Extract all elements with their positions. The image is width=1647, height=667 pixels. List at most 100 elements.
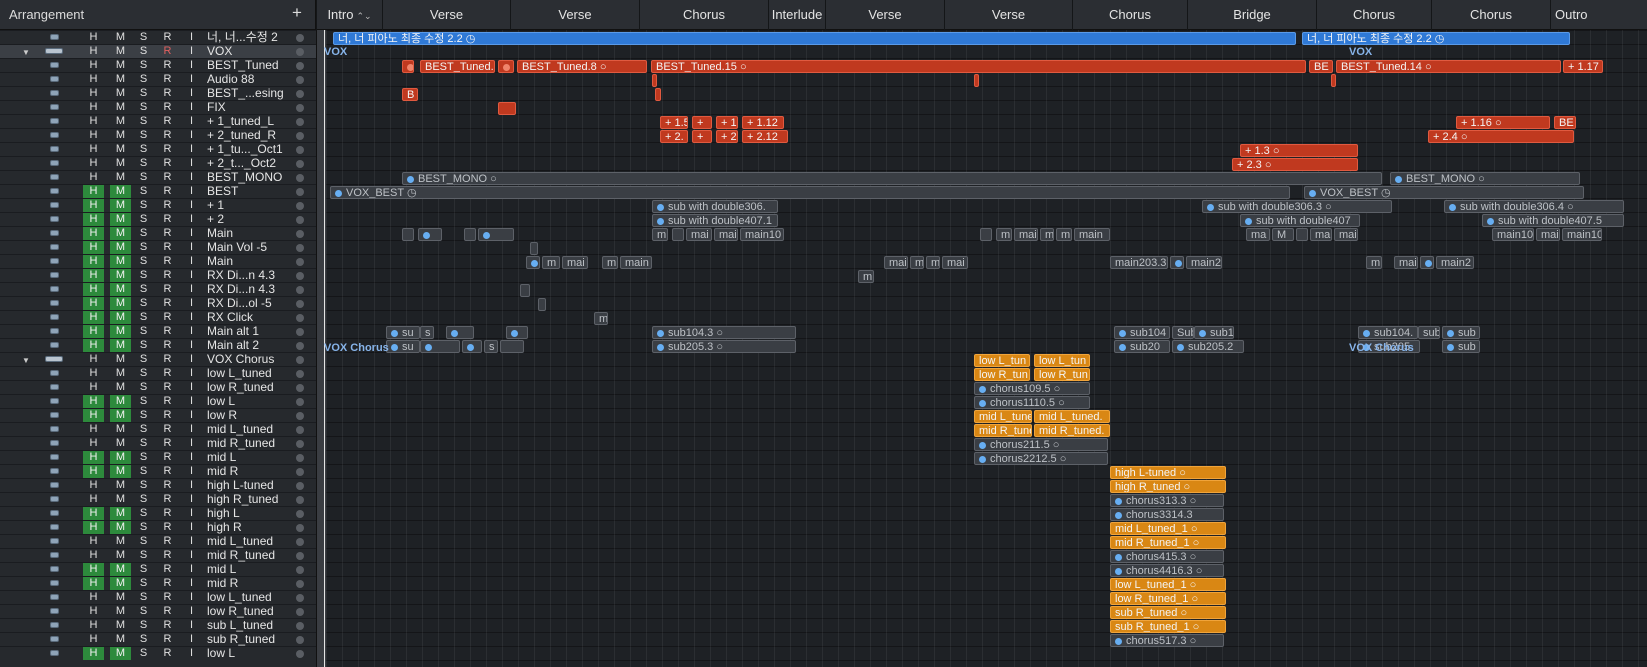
solo-button[interactable]: S <box>133 101 154 114</box>
region[interactable]: + 1.12 <box>742 116 784 129</box>
record-button[interactable]: R <box>157 437 178 450</box>
track-row[interactable]: 5 HMSRI BEST_...esing <box>0 86 316 100</box>
track-row[interactable]: 1 HMSRIlow L_tuned <box>0 590 316 604</box>
track-row[interactable]: 6 HMSRIlow R_tuned <box>0 380 316 394</box>
solo-button[interactable]: S <box>133 241 154 254</box>
region[interactable]: main <box>1074 228 1110 241</box>
region[interactable]: s <box>484 340 498 353</box>
track-row[interactable]: 3 HMSRI BEST_Tuned <box>0 58 316 72</box>
record-button[interactable]: R <box>157 115 178 128</box>
region[interactable]: BEST_Tuned. <box>420 60 495 73</box>
hide-button[interactable]: H <box>83 129 104 142</box>
mute-button[interactable]: M <box>110 493 131 506</box>
record-button[interactable]: R <box>157 59 178 72</box>
solo-button[interactable]: S <box>133 423 154 436</box>
mute-button[interactable]: M <box>110 115 131 128</box>
hide-button[interactable]: H <box>83 535 104 548</box>
marker-caret-icon[interactable]: ⌃⌄ <box>356 11 371 21</box>
track-row[interactable]: 4 HMSRI Audio 88 <box>0 72 316 86</box>
region[interactable] <box>1170 256 1184 269</box>
mute-button[interactable]: M <box>110 619 131 632</box>
record-button[interactable]: R <box>157 451 178 464</box>
solo-button[interactable]: S <box>133 227 154 240</box>
track-row[interactable]: 8 HMSRI RX Di...n 4.3 <box>0 268 316 282</box>
solo-button[interactable]: S <box>133 143 154 156</box>
mute-button[interactable]: M <box>110 395 131 408</box>
region[interactable]: BEST_MONO ○ <box>1390 172 1580 185</box>
hide-button[interactable]: H <box>83 325 104 338</box>
record-button[interactable]: R <box>157 283 178 296</box>
mute-button[interactable]: M <box>110 31 131 44</box>
region[interactable]: sub104.3 ○ <box>652 326 796 339</box>
solo-button[interactable]: S <box>133 115 154 128</box>
marker-outro[interactable]: Outro <box>1550 0 1647 30</box>
record-button[interactable]: R <box>157 185 178 198</box>
solo-button[interactable]: S <box>133 409 154 422</box>
solo-button[interactable]: S <box>133 591 154 604</box>
track-row[interactable]: 9 HMSRI RX Di...n 4.3 <box>0 282 316 296</box>
track-row[interactable]: 9 HMSRImid L <box>0 562 316 576</box>
arrangement-marker-ruler[interactable]: Intro ⌃⌄ Verse Verse Chorus Interlude Ver… <box>316 0 1647 30</box>
region[interactable]: chorus1110.5 ○ <box>974 396 1090 409</box>
input-monitor-button[interactable]: I <box>181 269 202 282</box>
mute-button[interactable]: M <box>110 451 131 464</box>
marker-chorus[interactable]: Chorus <box>1072 0 1187 30</box>
mute-button[interactable]: M <box>110 227 131 240</box>
region[interactable] <box>446 326 474 339</box>
region[interactable]: m <box>602 256 618 269</box>
solo-button[interactable]: S <box>133 549 154 562</box>
hide-button[interactable]: H <box>83 367 104 380</box>
mute-button[interactable]: M <box>110 101 131 114</box>
mute-button[interactable]: M <box>110 143 131 156</box>
region[interactable]: chorus2212.5 ○ <box>974 452 1108 465</box>
region[interactable]: BEST_Tuned.15 ○ <box>651 60 1306 73</box>
region[interactable] <box>538 298 546 311</box>
region[interactable]: low R_tun <box>974 368 1030 381</box>
region[interactable]: sub104. <box>1358 326 1418 339</box>
input-monitor-button[interactable]: I <box>181 199 202 212</box>
region[interactable]: mid L_tuned. <box>1034 410 1110 423</box>
hide-button[interactable]: H <box>83 549 104 562</box>
track-row[interactable]: 6 HMSRIhigh R <box>0 520 316 534</box>
marker-chorus[interactable]: Chorus <box>1316 0 1431 30</box>
track-row[interactable]: 2 HMSRI Main alt 1 <box>0 324 316 338</box>
region[interactable]: main203.3 <box>1110 256 1168 269</box>
region[interactable]: sub <box>1442 340 1480 353</box>
track-row[interactable]: 5 HMSRIlow L <box>0 646 316 660</box>
region[interactable]: sub1 <box>1194 326 1234 339</box>
hide-button[interactable]: H <box>83 115 104 128</box>
record-button[interactable]: R <box>157 269 178 282</box>
hide-button[interactable]: H <box>83 479 104 492</box>
region[interactable] <box>500 340 524 353</box>
region[interactable]: + 1.5 <box>660 116 688 129</box>
hide-button[interactable]: H <box>83 507 104 520</box>
region[interactable]: main <box>620 256 652 269</box>
input-monitor-button[interactable]: I <box>181 647 202 660</box>
region[interactable]: mid L_tune <box>974 410 1032 423</box>
mute-button[interactable]: M <box>110 199 131 212</box>
region[interactable]: main2 <box>1436 256 1474 269</box>
hide-button[interactable]: H <box>83 353 104 366</box>
solo-button[interactable]: S <box>133 479 154 492</box>
input-monitor-button[interactable]: I <box>181 409 202 422</box>
mute-button[interactable]: M <box>110 647 131 660</box>
record-button[interactable]: R <box>157 171 178 184</box>
record-button[interactable]: R <box>157 563 178 576</box>
region[interactable]: main2 <box>1186 256 1222 269</box>
region[interactable]: + 2.3 ○ <box>1232 158 1358 171</box>
record-button[interactable]: R <box>157 521 178 534</box>
solo-button[interactable]: S <box>133 87 154 100</box>
track-row[interactable]: 0 HMSRI + 2_t..._Oct2 <box>0 156 316 170</box>
hide-button[interactable]: H <box>83 563 104 576</box>
record-button[interactable]: R <box>157 535 178 548</box>
input-monitor-button[interactable]: I <box>181 465 202 478</box>
mute-button[interactable]: M <box>110 577 131 590</box>
track-row[interactable]: 5 HMSRIhigh L <box>0 506 316 520</box>
region[interactable] <box>402 228 414 241</box>
hide-button[interactable]: H <box>83 157 104 170</box>
mute-button[interactable]: M <box>110 87 131 100</box>
mute-button[interactable]: M <box>110 283 131 296</box>
solo-button[interactable]: S <box>133 381 154 394</box>
hide-button[interactable]: H <box>83 493 104 506</box>
mute-button[interactable]: M <box>110 129 131 142</box>
